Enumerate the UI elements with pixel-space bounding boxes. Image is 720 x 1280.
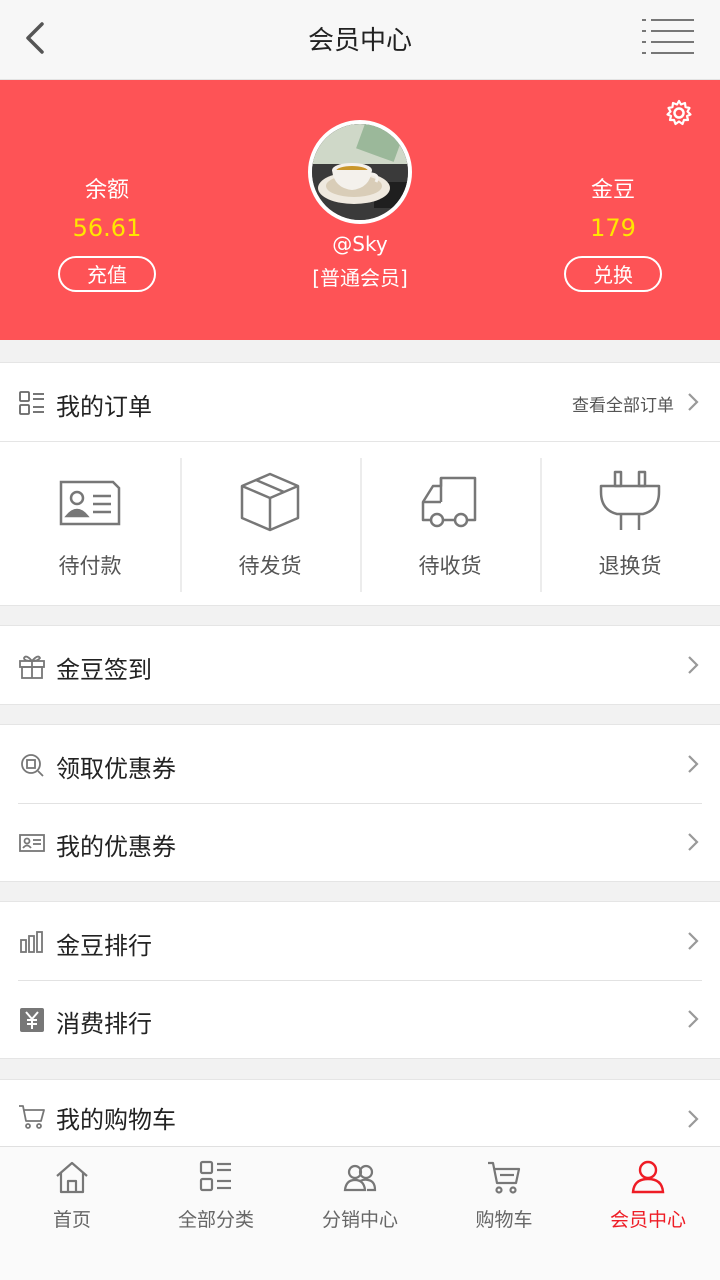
chevron-right-icon bbox=[688, 833, 699, 851]
exchange-button[interactable]: 兑换 bbox=[564, 256, 662, 292]
category-icon bbox=[199, 1160, 231, 1192]
my-cart-label: 我的购物车 bbox=[56, 1106, 176, 1134]
order-status-label: 待付款 bbox=[58, 554, 122, 578]
view-all-orders-link[interactable]: 查看全部订单 bbox=[572, 391, 674, 416]
spend-ranking-row[interactable]: 消费排行 bbox=[0, 980, 720, 1058]
get-coupon-label: 领取优惠券 bbox=[56, 755, 176, 783]
order-status-pending-shipment[interactable]: 待发货 bbox=[180, 442, 360, 606]
list-menu-icon[interactable] bbox=[642, 16, 694, 56]
distribution-icon bbox=[343, 1164, 377, 1192]
avatar[interactable] bbox=[308, 120, 412, 224]
beans-stat: 金豆 179 兑换 bbox=[533, 172, 693, 292]
order-status-pending-payment[interactable]: 待付款 bbox=[0, 442, 180, 606]
settings-gear-icon[interactable] bbox=[664, 98, 694, 128]
orders-section: 我的订单 查看全部订单 待付款 待发货 待收货 退换货 bbox=[0, 362, 720, 606]
package-box-icon bbox=[240, 472, 300, 532]
bean-ranking-label: 金豆排行 bbox=[56, 932, 152, 960]
my-coupons-row[interactable]: 我的优惠券 bbox=[0, 803, 720, 881]
tab-label: 分销中心 bbox=[321, 1209, 398, 1231]
bar-chart-icon bbox=[20, 931, 43, 953]
delivery-truck-icon bbox=[421, 476, 477, 528]
order-status-pending-receipt[interactable]: 待收货 bbox=[360, 442, 540, 606]
beans-value: 179 bbox=[590, 214, 636, 242]
spend-ranking-label: 消费排行 bbox=[56, 1010, 152, 1038]
plug-icon bbox=[599, 470, 661, 530]
chevron-right-icon bbox=[688, 1010, 699, 1028]
bean-checkin-label: 金豆签到 bbox=[56, 656, 152, 684]
chevron-right-icon bbox=[688, 755, 699, 773]
my-coupons-label: 我的优惠券 bbox=[56, 833, 176, 861]
top-bar: 会员中心 bbox=[0, 0, 720, 80]
tab-label: 首页 bbox=[52, 1209, 91, 1231]
balance-label: 余额 bbox=[84, 178, 129, 203]
order-status-label: 退换货 bbox=[598, 554, 662, 578]
order-status-label: 待发货 bbox=[238, 554, 302, 578]
tab-home[interactable]: 首页 bbox=[0, 1147, 144, 1280]
tab-distribution[interactable]: 分销中心 bbox=[288, 1147, 432, 1280]
bottom-tab-bar: 首页 全部分类 分销中心 购物车 会员中心 bbox=[0, 1146, 720, 1280]
tab-label: 全部分类 bbox=[177, 1209, 254, 1231]
gift-icon bbox=[19, 655, 45, 679]
beans-label: 金豆 bbox=[590, 178, 635, 203]
shopping-cart-icon bbox=[19, 1105, 45, 1129]
cart-icon bbox=[488, 1161, 521, 1194]
tab-label: 会员中心 bbox=[609, 1209, 686, 1231]
chevron-right-icon bbox=[688, 932, 699, 950]
tab-member-center[interactable]: 会员中心 bbox=[576, 1147, 720, 1280]
chevron-right-icon bbox=[688, 393, 699, 411]
rankings-section: 金豆排行 消费排行 bbox=[0, 901, 720, 1059]
checkin-section: 金豆签到 bbox=[0, 625, 720, 705]
home-icon bbox=[56, 1161, 88, 1194]
avatar-image bbox=[312, 124, 408, 220]
page-title: 会员中心 bbox=[307, 26, 412, 56]
get-coupon-row[interactable]: 领取优惠券 bbox=[0, 725, 720, 803]
cart-section: 我的购物车 bbox=[0, 1079, 720, 1149]
tab-label: 购物车 bbox=[475, 1209, 533, 1231]
bean-ranking-row[interactable]: 金豆排行 bbox=[0, 902, 720, 980]
my-cart-row[interactable]: 我的购物车 bbox=[0, 1080, 720, 1148]
my-orders-row[interactable]: 我的订单 查看全部订单 bbox=[0, 363, 720, 441]
bean-checkin-row[interactable]: 金豆签到 bbox=[0, 626, 720, 704]
order-status-label: 待收货 bbox=[418, 554, 482, 578]
user-icon bbox=[631, 1160, 665, 1194]
coupon-search-icon bbox=[21, 754, 44, 777]
coupons-section: 领取优惠券 我的优惠券 bbox=[0, 724, 720, 882]
tab-cart[interactable]: 购物车 bbox=[432, 1147, 576, 1280]
profile-banner: 余额 56.61 充值 @Sky [普通会员] 金豆 179 兑换 bbox=[0, 80, 720, 340]
order-status-returns[interactable]: 退换货 bbox=[540, 442, 720, 606]
my-orders-label: 我的订单 bbox=[56, 393, 152, 421]
order-list-icon bbox=[19, 391, 44, 415]
chevron-right-icon bbox=[688, 656, 699, 674]
payment-card-icon bbox=[59, 480, 121, 526]
coupon-card-icon bbox=[19, 834, 45, 852]
chevron-right-icon bbox=[688, 1110, 699, 1128]
order-status-grid: 待付款 待发货 待收货 退换货 bbox=[0, 441, 720, 605]
yuan-icon bbox=[20, 1008, 44, 1032]
tab-categories[interactable]: 全部分类 bbox=[144, 1147, 288, 1280]
